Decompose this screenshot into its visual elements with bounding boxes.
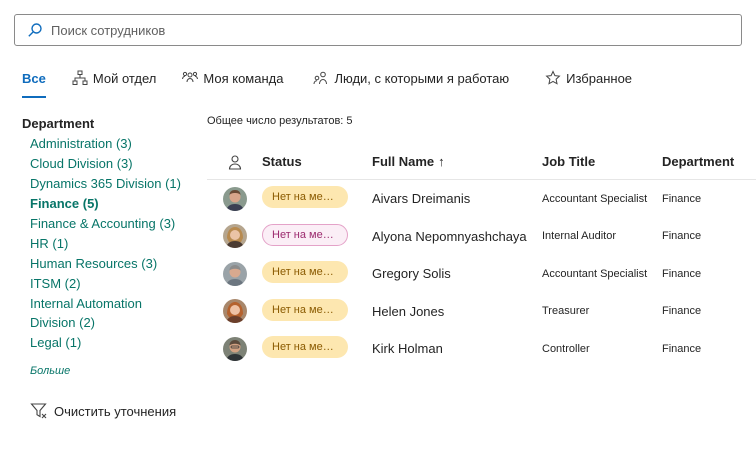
avatar [222, 186, 247, 211]
name-header-label: Full Name [372, 154, 435, 169]
table-row[interactable]: Нет на месте Gregory Solis Accountant Sp… [207, 255, 756, 293]
name-column-header[interactable]: Full Name ↑ [372, 154, 542, 169]
tab-label: Люди, с которыми я работаю [334, 70, 510, 86]
status-column-header[interactable]: Status [262, 154, 372, 169]
department-refiner: Department Administration (3) Cloud Divi… [22, 116, 202, 377]
status-badge: Нет на месте [262, 186, 348, 209]
tab-my-department[interactable]: Мой отдел [72, 64, 157, 92]
status-badge: Нет на месте [262, 336, 348, 359]
sort-ascending-icon: ↑ [438, 154, 445, 169]
department: Finance [662, 267, 702, 280]
people-table: Status Full Name ↑ Job Title Department Н… [207, 144, 756, 368]
clear-filter-icon [30, 403, 47, 419]
search-icon [28, 23, 42, 37]
tab-label: Избранное [566, 70, 633, 86]
refiner-item-internal-automation[interactable]: Internal Automation [22, 294, 202, 314]
person-name[interactable]: Alyona Nepomnyashchaya [372, 229, 542, 244]
refiner-item-dynamics-365[interactable]: Dynamics 365 Division (1) [22, 174, 202, 194]
results-count: Общее число результатов: 5 [207, 115, 353, 127]
search-box[interactable] [14, 14, 742, 46]
org-chart-icon [72, 70, 88, 85]
refiner-item-finance[interactable]: Finance (5) [22, 194, 202, 214]
refiner-item-finance-accounting[interactable]: Finance & Accounting (3) [22, 214, 202, 234]
tab-label: Моя команда [203, 70, 284, 86]
tab-bar: Все Мой отдел Моя команда Люди, с которы… [22, 60, 632, 98]
job-title: Accountant Specialist [542, 267, 648, 280]
job-title: Treasurer [542, 305, 590, 318]
tab-people-i-work-with[interactable]: Люди, с которыми я работаю [313, 64, 509, 92]
refiner-title: Department [22, 116, 95, 131]
people-icon [313, 71, 328, 85]
status-badge: Нет на месте [262, 223, 348, 246]
department-column-header[interactable]: Department [662, 154, 756, 169]
person-name[interactable]: Kirk Holman [372, 341, 542, 356]
department: Finance [662, 230, 702, 243]
department: Finance [662, 192, 702, 205]
team-icon [182, 71, 199, 83]
person-icon [228, 154, 241, 170]
clear-refiners-button[interactable]: Очистить уточнения [30, 402, 176, 420]
table-row[interactable]: Нет на месте Helen Jones Treasurer Finan… [207, 293, 756, 331]
refiner-item-hr[interactable]: HR (1) [22, 234, 202, 254]
person-name[interactable]: Gregory Solis [372, 266, 542, 281]
avatar [222, 261, 247, 286]
tab-favorites[interactable]: Избранное [545, 64, 632, 92]
person-name[interactable]: Aivars Dreimanis [372, 191, 542, 206]
tab-label: Все [22, 70, 46, 86]
department: Finance [662, 342, 702, 355]
job-column-header[interactable]: Job Title [542, 154, 662, 169]
status-badge: Нет на месте [262, 298, 348, 321]
refiner-item-human-resources[interactable]: Human Resources (3) [22, 254, 202, 274]
table-row[interactable]: Нет на месте Alyona Nepomnyashchaya Inte… [207, 218, 756, 256]
job-title: Internal Auditor [542, 230, 616, 243]
table-header: Status Full Name ↑ Job Title Department [207, 144, 756, 180]
clear-refiners-label: Очистить уточнения [54, 403, 177, 419]
search-input[interactable] [51, 22, 651, 38]
table-row[interactable]: Нет на месте Kirk Holman Controller Fina… [207, 330, 756, 368]
avatar [222, 299, 247, 324]
tab-my-team[interactable]: Моя команда [182, 64, 283, 92]
star-icon [545, 70, 561, 85]
avatar [222, 224, 247, 249]
refiner-item-legal[interactable]: Legal (1) [22, 333, 202, 353]
table-row[interactable]: Нет на месте Aivars Dreimanis Accountant… [207, 180, 756, 218]
photo-column-header[interactable] [207, 154, 262, 170]
job-title: Controller [542, 342, 590, 355]
status-badge: Нет на месте [262, 261, 348, 284]
refiner-item-cloud-division[interactable]: Cloud Division (3) [22, 154, 202, 174]
tab-label: Мой отдел [92, 70, 157, 86]
person-name[interactable]: Helen Jones [372, 304, 542, 319]
avatar [222, 336, 247, 361]
refiner-item-administration[interactable]: Administration (3) [22, 134, 202, 154]
show-more-link[interactable]: Больше [22, 365, 202, 377]
department: Finance [662, 305, 702, 318]
refiner-item-internal-automation-cont[interactable]: Division (2) [22, 313, 202, 333]
tab-all[interactable]: Все [22, 64, 46, 98]
refiner-item-itsm[interactable]: ITSM (2) [22, 274, 202, 294]
job-title: Accountant Specialist [542, 192, 648, 205]
